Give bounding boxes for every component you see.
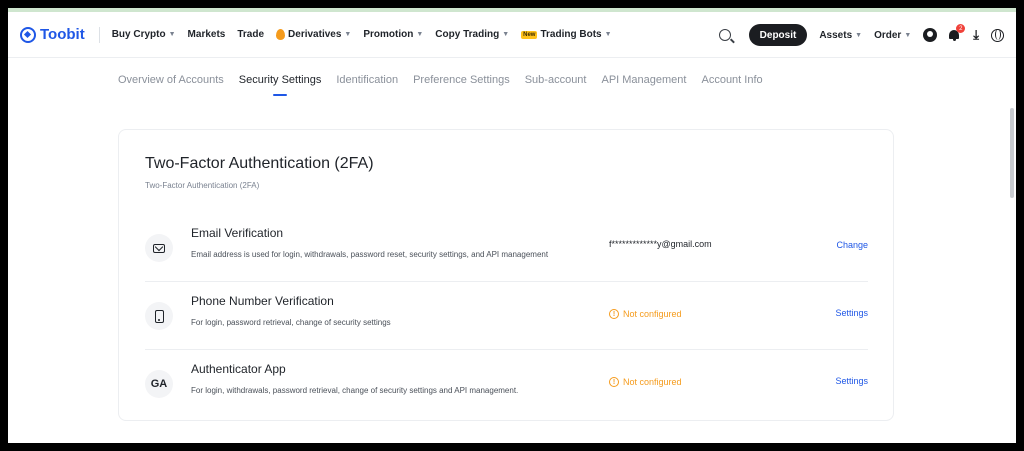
nav-trading-bots[interactable]: New Trading Bots ▼ — [521, 29, 612, 40]
masked-email-value: f*************y@gmail.com — [609, 239, 712, 249]
browser-viewport: Toobit Buy Crypto ▼ Markets Trade Deriva… — [8, 8, 1016, 443]
row-description: For login, password retrieval, change of… — [191, 318, 391, 327]
nav-label: Buy Crypto — [111, 29, 166, 40]
section-title: Two-Factor Authentication (2FA) — [145, 155, 374, 172]
row-title: Phone Number Verification — [191, 294, 334, 308]
page-scrollbar[interactable] — [1010, 108, 1014, 198]
nav-assets[interactable]: Assets ▼ — [819, 30, 862, 41]
chevron-down-icon: ▼ — [904, 31, 912, 39]
status-not-configured: ! Not configured — [609, 377, 682, 387]
account-subtabs: Overview of Accounts Security Settings I… — [118, 74, 763, 96]
change-email-link[interactable]: Change — [836, 240, 868, 250]
row-title: Email Verification — [191, 226, 284, 240]
row-description: For login, withdrawals, password retriev… — [191, 386, 519, 395]
nav-order[interactable]: Order ▼ — [874, 30, 911, 41]
brand-name: Toobit — [40, 26, 85, 43]
tab-overview-of-accounts[interactable]: Overview of Accounts — [118, 74, 224, 96]
phone-verification-row: Phone Number Verification For login, pas… — [145, 282, 868, 350]
fire-icon — [276, 29, 286, 40]
nav-label: Trade — [237, 29, 265, 40]
navbar-right-group: Deposit Assets ▼ Order ▼ 2 ⤓ — [718, 12, 1004, 58]
nav-divider — [98, 26, 100, 43]
notification-count-badge: 2 — [956, 24, 966, 33]
nav-label: Markets — [187, 29, 226, 40]
bell-icon[interactable]: 2 — [948, 24, 966, 42]
toobit-logo[interactable]: Toobit — [20, 26, 85, 43]
mail-icon-shape — [153, 243, 165, 253]
nav-markets[interactable]: Markets — [188, 29, 226, 40]
mail-icon — [145, 234, 173, 262]
tab-security-settings[interactable]: Security Settings — [239, 74, 321, 96]
nav-label: Order — [874, 29, 902, 41]
user-icon[interactable] — [923, 28, 938, 42]
deposit-button[interactable]: Deposit — [748, 24, 808, 46]
toobit-logo-icon — [20, 26, 36, 43]
warning-icon: ! — [609, 377, 619, 387]
status-text: Not configured — [623, 377, 682, 387]
warning-icon: ! — [609, 309, 619, 319]
nav-label: Trading Bots — [540, 29, 602, 40]
authenticator-app-row: GA Authenticator App For login, withdraw… — [145, 350, 868, 418]
tab-account-info[interactable]: Account Info — [701, 74, 762, 96]
search-icon[interactable] — [718, 29, 731, 41]
nav-buy-crypto[interactable]: Buy Crypto ▼ — [112, 29, 176, 40]
tab-preference-settings[interactable]: Preference Settings — [413, 74, 510, 96]
phone-icon-shape — [154, 309, 164, 323]
nav-label: Copy Trading — [435, 29, 500, 40]
globe-icon[interactable] — [991, 28, 1004, 42]
status-not-configured: ! Not configured — [609, 309, 682, 319]
chevron-down-icon: ▼ — [502, 31, 510, 38]
status-text: Not configured — [623, 309, 682, 319]
ga-icon: GA — [145, 370, 173, 398]
nav-label: Derivatives — [288, 29, 342, 40]
nav-label: Assets — [819, 29, 853, 41]
chevron-down-icon: ▼ — [855, 31, 863, 39]
screenshot-frame: Toobit Buy Crypto ▼ Markets Trade Deriva… — [0, 0, 1024, 451]
chevron-down-icon: ▼ — [344, 31, 352, 38]
chevron-down-icon: ▼ — [416, 31, 424, 38]
chevron-down-icon: ▼ — [168, 31, 176, 38]
authenticator-settings-link[interactable]: Settings — [835, 376, 868, 386]
nav-trade[interactable]: Trade — [237, 29, 264, 40]
two-factor-card: Two-Factor Authentication (2FA) Two-Fact… — [118, 129, 894, 421]
nav-promotion[interactable]: Promotion ▼ — [363, 29, 423, 40]
nav-label: Promotion — [363, 29, 414, 40]
tab-api-management[interactable]: API Management — [601, 74, 686, 96]
row-title: Authenticator App — [191, 362, 286, 376]
new-badge: New — [521, 30, 538, 39]
phone-icon — [145, 302, 173, 330]
nav-copy-trading[interactable]: Copy Trading ▼ — [435, 29, 509, 40]
section-subtitle: Two-Factor Authentication (2FA) — [145, 181, 260, 190]
row-description: Email address is used for login, withdra… — [191, 250, 549, 259]
bell-clapper — [952, 39, 956, 41]
nav-derivatives[interactable]: Derivatives ▼ — [276, 29, 351, 40]
download-icon[interactable]: ⤓ — [973, 27, 979, 43]
phone-settings-link[interactable]: Settings — [835, 308, 868, 318]
chevron-down-icon: ▼ — [604, 31, 612, 38]
email-verification-row: Email Verification Email address is used… — [145, 214, 868, 282]
tab-sub-account[interactable]: Sub-account — [525, 74, 587, 96]
top-navbar: Toobit Buy Crypto ▼ Markets Trade Deriva… — [8, 12, 1016, 58]
tab-identification[interactable]: Identification — [336, 74, 398, 96]
